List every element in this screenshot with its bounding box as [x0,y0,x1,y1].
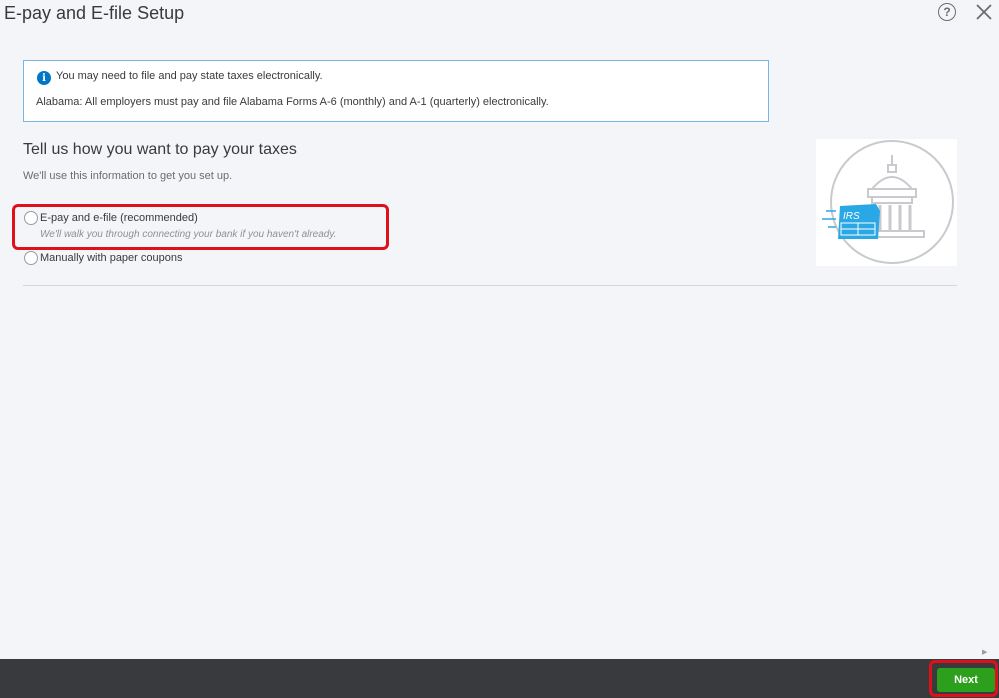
help-glyph: ? [943,5,951,19]
info-detail: Alabama: All employers must pay and file… [36,96,549,108]
epay-radio[interactable] [24,211,38,225]
footer-bar [0,659,999,698]
epay-option-label[interactable]: E-pay and e-file (recommended) [40,212,198,224]
help-icon[interactable]: ? [938,3,956,21]
dialog-header: E-pay and E-file Setup ? [0,0,999,28]
epay-option-highlight [12,204,389,250]
info-banner: i You may need to file and pay state tax… [23,60,769,122]
section-subtitle: We'll use this information to get you se… [23,170,233,182]
info-message: You may need to file and pay state taxes… [56,70,323,82]
section-title: Tell us how you want to pay your taxes [23,141,297,158]
irs-badge-text: IRS [843,211,860,222]
info-icon: i [37,71,51,85]
section-divider [23,285,957,286]
paper-coupons-radio[interactable] [24,251,38,265]
info-glyph: i [42,72,46,84]
illustration-graphic: IRS [822,140,954,264]
scroll-right-icon[interactable]: ▶ [982,648,987,656]
dialog-title: E-pay and E-file Setup [4,3,185,23]
epay-option-sublabel: We'll walk you through connecting your b… [40,229,337,240]
next-button[interactable]: Next [937,668,995,692]
government-building-irs-form-icon: IRS [816,139,957,266]
close-icon[interactable] [974,2,994,22]
paper-coupons-option-label[interactable]: Manually with paper coupons [40,252,182,264]
